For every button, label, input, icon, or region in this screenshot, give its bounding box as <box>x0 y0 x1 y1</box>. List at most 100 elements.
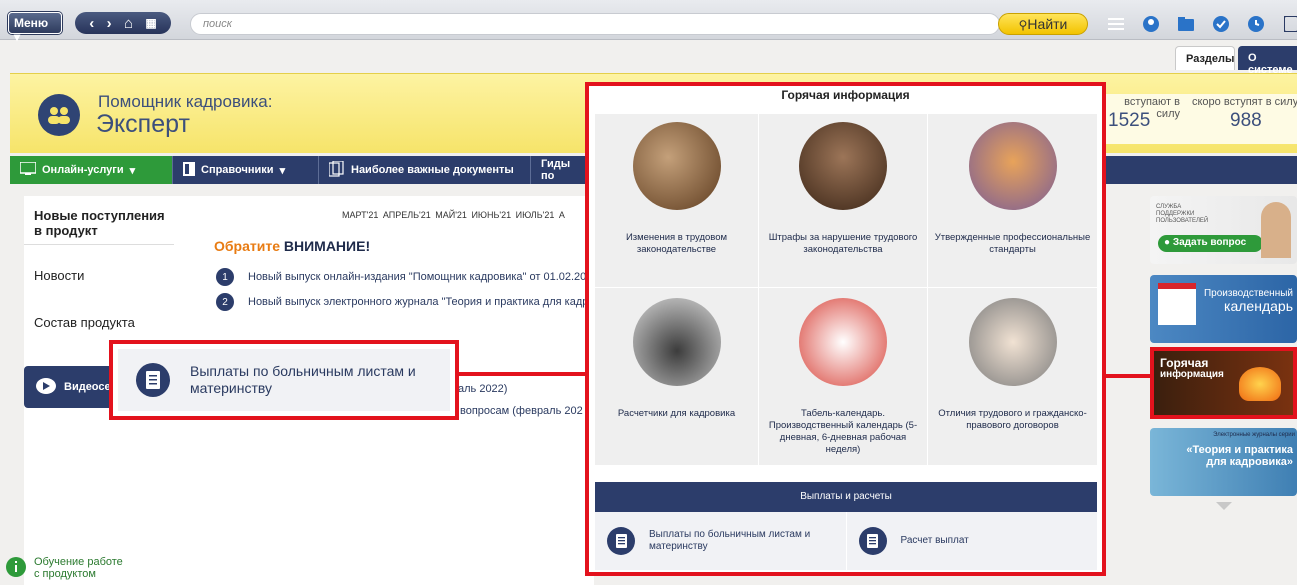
ask-question-button[interactable]: ● Задать вопрос <box>1158 235 1263 252</box>
nav-references[interactable]: Справочники ▾ <box>173 156 319 184</box>
news-number: 2 <box>216 293 234 311</box>
professionals-image <box>968 122 1057 210</box>
hot-cell-fines[interactable]: Штрафы за нарушение трудового законодате… <box>759 114 928 288</box>
nav-online-services[interactable]: Онлайн-услуги ▾ <box>10 156 173 184</box>
attention-heading: Обратите ВНИМАНИЕ! <box>214 238 370 254</box>
stat-label: скоро вступят в силу <box>1192 96 1297 108</box>
hot-info-panel: Горячая информация Изменения в трудовом … <box>585 82 1106 576</box>
find-button[interactable]: ⚲Найти <box>998 13 1088 35</box>
calendar-icon <box>1158 283 1196 325</box>
check-icon[interactable] <box>1213 16 1229 32</box>
sidebar-item-contents[interactable]: Состав продукта <box>34 315 135 330</box>
chevron-down-icon: ▾ <box>129 164 136 177</box>
hot-cell-label: Отличия трудового и гражданско-правового… <box>938 408 1087 431</box>
news-text: Новый выпуск онлайн-издания "Помощник ка… <box>248 271 593 283</box>
month-tabs[interactable]: МАРТ'21 АПРЕЛЬ'21 МАЙ'21 ИЮНЬ'21 ИЮЛЬ'21… <box>342 210 565 220</box>
news-text: Новый выпуск электронного журнала "Теори… <box>248 296 595 308</box>
help-icon: ● <box>1164 237 1171 248</box>
popup-item[interactable]: Выплаты по больничным листам и материнст… <box>118 349 450 411</box>
document-icon[interactable] <box>1283 16 1297 32</box>
hot-grid: Изменения в трудовом законодательстве Шт… <box>595 114 1097 466</box>
connector-line <box>459 372 589 376</box>
hot-info-banner[interactable]: Горячая информация <box>1150 347 1297 419</box>
hot-label: Горячая <box>1160 356 1209 370</box>
calendar-banner[interactable]: Производственный календарь <box>1150 275 1297 343</box>
nav-important-docs[interactable]: Наиболее важные документы <box>319 156 531 184</box>
camera-icon <box>36 377 56 397</box>
hot-cell-contracts[interactable]: Отличия трудового и гражданско-правового… <box>928 288 1097 466</box>
journal-banner[interactable]: Электронные журналы серии «Теория и прак… <box>1150 428 1297 496</box>
hot-cell-label: Штрафы за нарушение трудового законодате… <box>768 232 918 255</box>
learning-link[interactable]: Обучение работе с продуктом <box>6 556 124 580</box>
payments-row: Выплаты по больничным листам и материнст… <box>595 512 1097 570</box>
news-partial[interactable]: аль 2022) <box>458 383 507 395</box>
support-banner[interactable]: СЛУЖБА ПОДДЕРЖКИ ПОЛЬЗОВАТЕЛЕЙ ● Задать … <box>1150 196 1297 264</box>
hamburger-icon[interactable] <box>1108 16 1124 32</box>
home-icon[interactable]: ⌂ <box>124 15 133 32</box>
hot-cell-label: Изменения в трудовом законодательстве <box>625 232 728 255</box>
hot-cell-label: Расчетчики для кадровика <box>617 408 736 419</box>
news-partial[interactable]: вопросам (февраль 202 <box>460 405 583 417</box>
book-icon <box>183 161 195 179</box>
monitor-icon <box>19 161 37 178</box>
tab-sections[interactable]: Разделы <box>1175 46 1235 70</box>
nav-label: Справочники <box>201 164 274 176</box>
handshake-image <box>968 298 1057 386</box>
people-icon <box>38 94 80 136</box>
calendar-image <box>799 298 887 386</box>
hot-cell-label: Утвержденные профессиональные стандарты <box>934 232 1091 255</box>
forward-icon[interactable]: › <box>107 15 112 32</box>
news-item[interactable]: 2 Новый выпуск электронного журнала "Тео… <box>216 293 594 311</box>
highlight-popup: Выплаты по больничным листам и материнст… <box>109 340 459 420</box>
gavel-image <box>799 122 887 210</box>
payment-calculation[interactable]: Расчет выплат <box>845 512 1097 570</box>
hot-cell-label: Табель-календарь. Производственный кален… <box>768 408 918 455</box>
journal-label: для кадровика» <box>1206 456 1293 468</box>
clock-icon[interactable] <box>1248 16 1264 32</box>
divider <box>24 244 174 245</box>
search-input[interactable]: поиск <box>190 13 1000 35</box>
journal-small: Электронные журналы серии <box>1213 432 1295 438</box>
folder-icon[interactable] <box>1178 16 1194 32</box>
stat-value[interactable]: 988 <box>1230 110 1262 132</box>
hot-title: Горячая информация <box>781 88 910 102</box>
menu-button[interactable]: Меню ▾ <box>8 12 62 44</box>
grid-icon[interactable]: ▦ <box>145 16 156 30</box>
nav-group: ‹ › ⌂ ▦ <box>75 12 171 34</box>
hot-label: информация <box>1160 369 1224 380</box>
nav-label: Гиды по <box>541 158 571 182</box>
payment-label: Расчет выплат <box>900 535 969 546</box>
hot-cell-calendar[interactable]: Табель-календарь. Производственный кален… <box>759 288 928 466</box>
find-label: Найти <box>1027 16 1068 32</box>
payment-sick-leave[interactable]: Выплаты по больничным листам и материнст… <box>595 512 846 570</box>
learning-label: Обучение работе с продуктом <box>34 556 123 580</box>
chevron-down-icon: ▾ <box>279 164 286 177</box>
info-icon <box>6 556 26 580</box>
video-label: Видеосе <box>64 381 111 393</box>
documents-icon <box>328 159 345 180</box>
hot-cell-calculators[interactable]: Расчетчики для кадровика <box>595 288 759 466</box>
tab-about[interactable]: О системе <box>1238 46 1297 76</box>
hot-cell-labor-law[interactable]: Изменения в трудовом законодательстве <box>595 114 759 288</box>
chevron-down-icon[interactable] <box>1216 502 1232 510</box>
hot-cell-standards[interactable]: Утвержденные профессиональные стандарты <box>928 114 1097 288</box>
operator-image <box>1261 202 1291 258</box>
document-icon <box>607 527 635 555</box>
law-image <box>632 122 721 210</box>
stat-value[interactable]: 1525 <box>1108 110 1150 132</box>
user-icon[interactable] <box>1143 16 1159 32</box>
back-icon[interactable]: ‹ <box>89 15 94 32</box>
connector-line <box>1104 374 1152 378</box>
news-item[interactable]: 1 Новый выпуск онлайн-издания "Помощник … <box>216 268 592 286</box>
nav-guides[interactable]: Гиды по <box>531 156 591 184</box>
support-text: СЛУЖБА ПОДДЕРЖКИ ПОЛЬЗОВАТЕЛЕЙ <box>1156 204 1209 224</box>
sidebar-item-news[interactable]: Новости <box>34 268 84 283</box>
attention-prefix: Обратите <box>214 238 284 254</box>
journal-label: «Теория и практика <box>1186 444 1293 456</box>
right-sidebar: СЛУЖБА ПОДДЕРЖКИ ПОЛЬЗОВАТЕЛЕЙ ● Задать … <box>1150 196 1297 585</box>
document-icon <box>136 363 170 397</box>
ask-label: Задать вопрос <box>1172 237 1247 248</box>
brand-subtitle: Помощник кадровика: <box>98 92 273 111</box>
document-icon <box>858 527 887 555</box>
sidebar-item-new[interactable]: Новые поступления в продукт <box>34 208 169 238</box>
